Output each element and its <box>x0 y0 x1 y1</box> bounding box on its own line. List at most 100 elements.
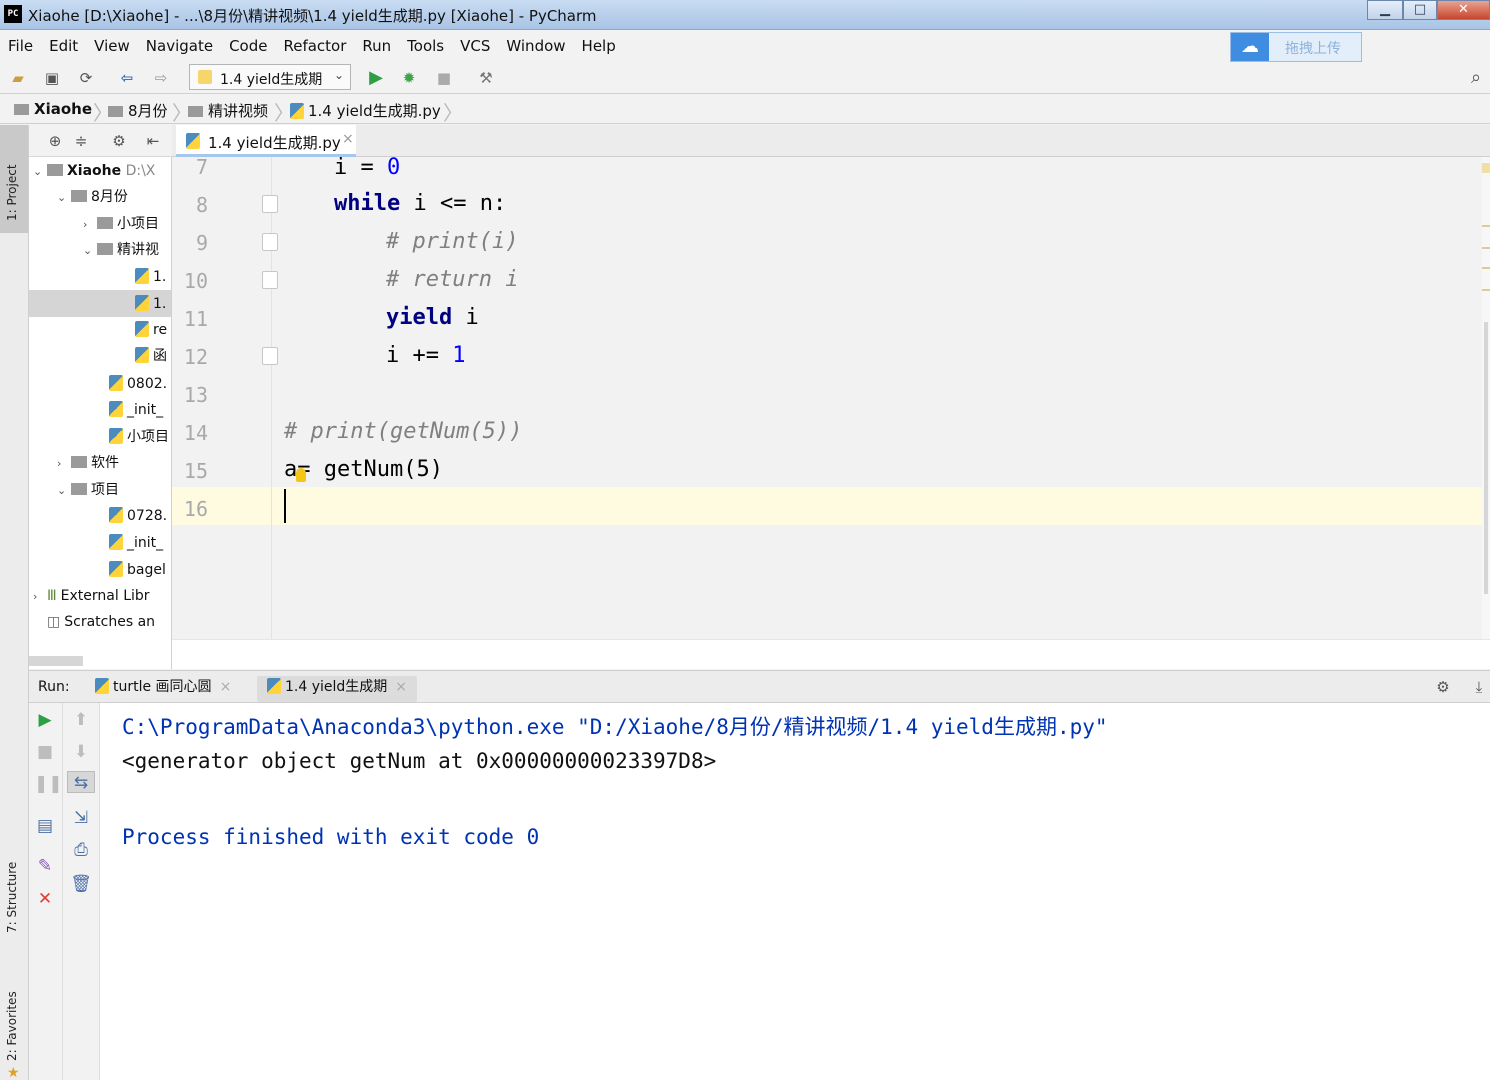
rerun-icon[interactable]: ▶ <box>34 709 56 731</box>
tree-node-file[interactable]: _init_ <box>109 530 163 556</box>
tree-node-scratches[interactable]: ◫ Scratches an <box>47 609 155 635</box>
restore-layout-icon[interactable]: ▤ <box>34 815 56 837</box>
tree-node-file[interactable]: 0728. <box>109 503 167 529</box>
python-file-icon <box>290 103 304 119</box>
tree-node-file[interactable]: re <box>135 317 167 343</box>
breadcrumb: Xiaohe 〉 8月份 〉 精讲视频 〉 1.4 yield生成期.py 〉 <box>0 95 1490 125</box>
tree-node-root[interactable]: ⌄ Xiaohe D:\X <box>33 158 155 184</box>
trash-icon[interactable]: 🗑 <box>70 873 92 895</box>
menu-vcs[interactable]: VCS <box>460 37 490 55</box>
tree-node-file[interactable]: 函 <box>135 343 167 369</box>
save-icon[interactable]: ▣ <box>42 68 62 88</box>
text-caret <box>284 489 286 523</box>
run-tab-active[interactable]: 1.4 yield生成期 × <box>257 676 418 702</box>
tree-node-folder[interactable]: ⌄ 项目 <box>57 477 119 503</box>
editor-scrollbar[interactable] <box>1484 322 1488 594</box>
window-title: Xiaohe [D:\Xiaohe] - ...\8月份\精讲视频\1.4 yi… <box>28 7 597 25</box>
chevron-right-icon: › <box>57 457 62 470</box>
project-horizontal-scrollbar[interactable] <box>29 656 83 666</box>
editor-error-stripe[interactable] <box>1482 157 1490 639</box>
menu-run[interactable]: Run <box>362 37 391 55</box>
python-file-icon <box>198 70 212 84</box>
close-window-button[interactable]: ✕ <box>1437 0 1490 20</box>
menu-help[interactable]: Help <box>582 37 616 55</box>
up-arrow-icon[interactable]: ⬆ <box>70 709 92 731</box>
debug-icon[interactable]: ✹ <box>399 68 419 88</box>
print-icon[interactable]: ⎙ <box>70 839 92 861</box>
run-icon[interactable]: ▶ <box>366 68 386 88</box>
settings-wrench-icon[interactable]: ⚒ <box>476 68 496 88</box>
tree-node-external-libraries[interactable]: › Ⅲ External Libr <box>33 583 150 609</box>
tree-node-file[interactable]: 小项目 <box>109 424 169 450</box>
code-line-8: while i <= n: <box>334 191 507 216</box>
soft-wrap-icon[interactable]: ⇆ <box>67 771 95 793</box>
menu-tools[interactable]: Tools <box>407 37 444 55</box>
breadcrumb-item[interactable]: 1.4 yield生成期.py <box>290 100 441 121</box>
locate-icon[interactable]: ⊕ <box>45 131 65 151</box>
menu-edit[interactable]: Edit <box>49 37 78 55</box>
stripe-mark <box>1482 289 1490 291</box>
folder-icon <box>108 106 123 117</box>
stop-icon[interactable]: ■ <box>34 741 56 763</box>
search-everywhere-icon[interactable]: ⌕ <box>1466 68 1486 88</box>
down-arrow-icon[interactable]: ⬇ <box>70 741 92 763</box>
favorites-tool-tab[interactable]: 2: Favorites <box>5 991 19 1061</box>
collapse-all-icon[interactable]: ≑ <box>71 131 91 151</box>
run-console[interactable]: C:\ProgramData\Anaconda3\python.exe "D:/… <box>100 703 1490 1080</box>
tree-node-folder[interactable]: › 软件 <box>57 450 119 476</box>
menu-refactor[interactable]: Refactor <box>283 37 346 55</box>
python-file-icon <box>95 678 109 694</box>
breadcrumb-item[interactable]: Xiaohe <box>14 100 92 118</box>
upload-button[interactable]: ☁ 拖拽上传 <box>1230 32 1362 62</box>
close-tab-icon[interactable]: × <box>395 679 407 695</box>
folder-icon <box>188 106 203 117</box>
back-icon[interactable]: ⇦ <box>117 68 137 88</box>
hide-panel-icon[interactable]: ⇤ <box>143 131 163 151</box>
tree-node-file[interactable]: 0802. <box>109 371 167 397</box>
pause-icon[interactable]: ❚❚ <box>34 773 63 795</box>
pin-tab-icon[interactable]: ✎ <box>34 855 56 877</box>
hide-panel-icon[interactable]: ⤓ <box>1469 677 1489 697</box>
minimize-button[interactable]: ▁ <box>1367 0 1403 20</box>
close-tab-icon[interactable]: × <box>342 131 354 147</box>
tree-node-file[interactable]: bagel <box>109 557 166 583</box>
menu-window[interactable]: Window <box>506 37 565 55</box>
code-editor[interactable]: i = 0 while i <= n: # print(i) # return … <box>272 155 1482 639</box>
code-line-11: yield i <box>386 305 479 330</box>
code-line-7: i = 0 <box>334 155 401 180</box>
menu-view[interactable]: View <box>94 37 130 55</box>
project-tool-tab-label[interactable]: 1: Project <box>5 164 19 221</box>
upload-label: 拖拽上传 <box>1285 41 1341 57</box>
stop-icon[interactable]: ■ <box>434 68 454 88</box>
gear-icon[interactable]: ⚙ <box>1433 677 1453 697</box>
breadcrumb-item[interactable]: 精讲视频 <box>188 100 268 121</box>
scroll-to-end-icon[interactable]: ⇲ <box>70 807 92 829</box>
menu-navigate[interactable]: Navigate <box>146 37 213 55</box>
tree-node-folder[interactable]: ⌄ 8月份 <box>57 184 128 210</box>
tree-node-folder[interactable]: › 小项目 <box>83 211 159 237</box>
menu-code[interactable]: Code <box>229 37 267 55</box>
open-folder-icon[interactable]: ▰ <box>8 68 28 88</box>
close-run-icon[interactable]: ✕ <box>34 888 56 910</box>
run-configuration-select[interactable]: 1.4 yield生成期 ⌄ <box>189 64 351 90</box>
sync-icon[interactable]: ⟳ <box>76 68 96 88</box>
close-tab-icon[interactable]: × <box>220 679 232 695</box>
line-number: 14 <box>183 421 208 445</box>
intention-lightbulb-icon[interactable] <box>296 468 306 482</box>
editor-tab-active[interactable]: 1.4 yield生成期.py × <box>176 125 356 157</box>
tree-node-folder[interactable]: ⌄ 精讲视 <box>83 237 159 263</box>
gear-icon[interactable]: ⚙ <box>109 131 129 151</box>
maximize-button[interactable]: □ <box>1403 0 1437 20</box>
scratches-icon: ◫ <box>47 614 61 630</box>
structure-tool-tab[interactable]: 7: Structure <box>5 862 19 933</box>
tree-node-file-selected[interactable]: 1. <box>135 291 166 317</box>
tree-node-file[interactable]: _init_ <box>109 397 163 423</box>
forward-icon[interactable]: ⇨ <box>151 68 171 88</box>
menu-file[interactable]: File <box>8 37 33 55</box>
console-line: <generator object getNum at 0x0000000002… <box>122 749 717 773</box>
editor-tab-bar: 1.4 yield生成期.py × <box>172 125 1490 157</box>
tree-node-file[interactable]: 1. <box>135 264 166 290</box>
run-tab[interactable]: turtle 画同心圆 × <box>95 676 231 702</box>
breadcrumb-item[interactable]: 8月份 <box>108 100 168 121</box>
chevron-down-icon: ⌄ <box>333 68 344 82</box>
